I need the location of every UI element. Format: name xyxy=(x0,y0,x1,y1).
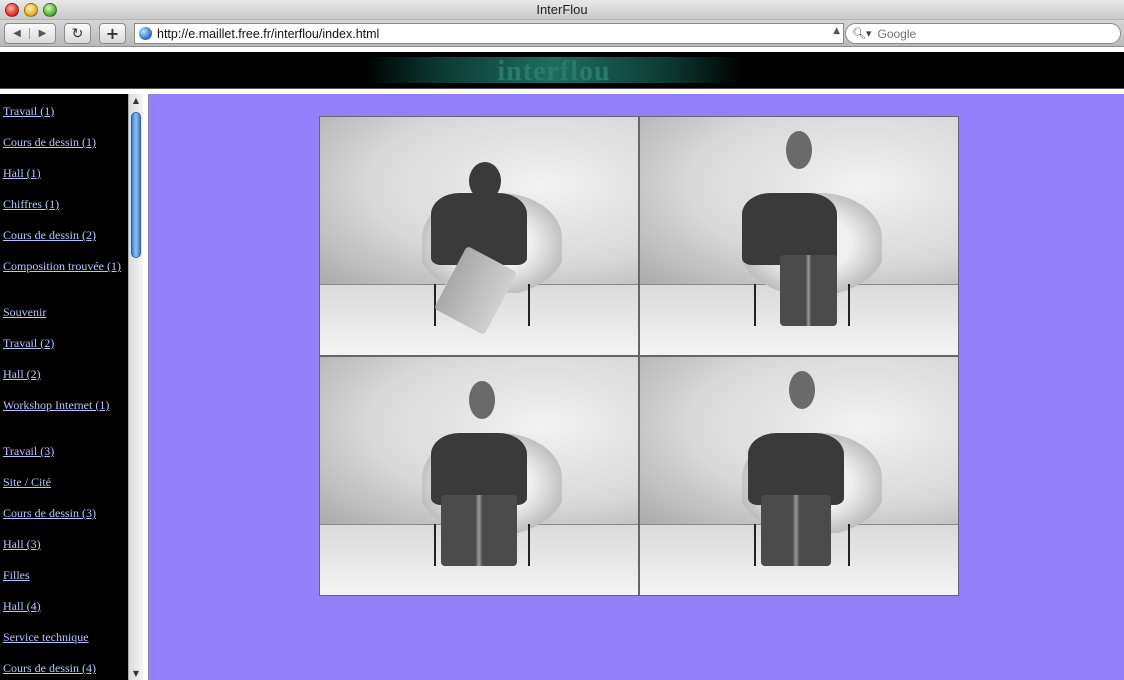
sidebar-link[interactable]: Cours de dessin (1) xyxy=(3,135,125,150)
sidebar-link[interactable]: Composition trouvée (1) xyxy=(3,259,125,274)
photo-bottom-right xyxy=(639,356,959,596)
sidebar-link[interactable]: Workshop Internet (1) xyxy=(3,398,125,413)
sidebar-item: Service technique xyxy=(0,630,128,661)
sidebar-scrollbar[interactable]: ▲ ▼ xyxy=(128,94,143,680)
page-banner: interflou xyxy=(0,52,1124,89)
search-icon: 🔍︎▾ xyxy=(852,27,872,40)
sidebar-item: Hall (4) xyxy=(0,599,128,630)
scrollbar-thumb[interactable] xyxy=(131,112,141,258)
sidebar-item: Cours de dessin (1) xyxy=(0,135,128,166)
sidebar-link[interactable]: Hall (4) xyxy=(3,599,125,614)
sidebar-link[interactable]: Cours de dessin (2) xyxy=(3,228,125,243)
photo-bottom-left xyxy=(319,356,639,596)
forward-arrow-icon[interactable]: ▶ xyxy=(30,28,55,39)
add-bookmark-button[interactable]: + xyxy=(99,23,126,44)
back-forward-buttons: ◀ ▶ xyxy=(4,23,56,44)
sidebar-nav: Travail (1) Cours de dessin (1) Hall (1) Ch… xyxy=(0,94,128,680)
scroll-down-icon[interactable]: ▼ xyxy=(129,669,143,678)
sidebar: Travail (1) Cours de dessin (1) Hall (1) Ch… xyxy=(0,94,128,680)
sidebar-item: Site / Cité xyxy=(0,475,128,506)
sidebar-link[interactable]: Hall (3) xyxy=(3,537,125,552)
search-input[interactable] xyxy=(877,26,1098,41)
url-text[interactable]: http://e.maillet.free.fr/interflou/index… xyxy=(157,27,379,41)
sidebar-link[interactable]: Hall (1) xyxy=(3,166,125,181)
title-bar: InterFlou xyxy=(0,0,1124,20)
address-bar[interactable]: http://e.maillet.free.fr/interflou/index… xyxy=(134,23,844,44)
sidebar-item: Composition trouvée (1) xyxy=(0,259,128,305)
photo-grid xyxy=(319,116,959,596)
reload-icon: ↻ xyxy=(71,25,84,42)
window-title: InterFlou xyxy=(536,2,588,17)
sidebar-link[interactable]: Travail (1) xyxy=(3,104,125,119)
sidebar-link[interactable]: Filles xyxy=(3,568,125,583)
browser-toolbar: ◀ ▶ ↻ + http://e.maillet.free.fr/interfl… xyxy=(0,20,1124,47)
scroll-up-icon[interactable]: ▲ xyxy=(129,96,143,105)
plus-icon: + xyxy=(105,24,120,43)
sidebar-link[interactable]: Travail (2) xyxy=(3,336,125,351)
sidebar-item: Filles xyxy=(0,568,128,599)
sidebar-link[interactable]: Site / Cité xyxy=(3,475,125,490)
photo-top-left xyxy=(319,116,639,356)
sidebar-item: Travail (2) xyxy=(0,336,128,367)
sidebar-item: Hall (3) xyxy=(0,537,128,568)
back-arrow-icon[interactable]: ◀ xyxy=(5,28,30,39)
reload-button[interactable]: ↻ xyxy=(64,23,91,44)
address-dropdown-icon[interactable]: ▲ xyxy=(833,26,840,36)
sidebar-item: Workshop Internet (1) xyxy=(0,398,128,444)
site-logo: interflou xyxy=(497,56,611,87)
sidebar-item: Hall (2) xyxy=(0,367,128,398)
sidebar-item: Souvenir xyxy=(0,305,128,336)
sidebar-item: Cours de dessin (3) xyxy=(0,506,128,537)
sidebar-link[interactable]: Cours de dessin (4) xyxy=(3,661,125,676)
sidebar-item: Cours de dessin (4) xyxy=(0,661,128,680)
sidebar-item: Travail (1) xyxy=(0,104,128,135)
sidebar-link[interactable]: Chiffres (1) xyxy=(3,197,125,212)
sidebar-link[interactable]: Travail (3) xyxy=(3,444,125,459)
sidebar-item: Travail (3) xyxy=(0,444,128,475)
sidebar-link[interactable]: Souvenir xyxy=(3,305,125,320)
sidebar-link[interactable]: Hall (2) xyxy=(3,367,125,382)
sidebar-item: Chiffres (1) xyxy=(0,197,128,228)
sidebar-link[interactable]: Service technique xyxy=(3,630,125,645)
sidebar-item: Hall (1) xyxy=(0,166,128,197)
main-content xyxy=(149,94,1124,680)
globe-icon xyxy=(139,27,152,40)
sidebar-link[interactable]: Cours de dessin (3) xyxy=(3,506,125,521)
sidebar-item: Cours de dessin (2) xyxy=(0,228,128,259)
photo-top-right xyxy=(639,116,959,356)
search-field[interactable]: 🔍︎▾ xyxy=(845,23,1121,44)
